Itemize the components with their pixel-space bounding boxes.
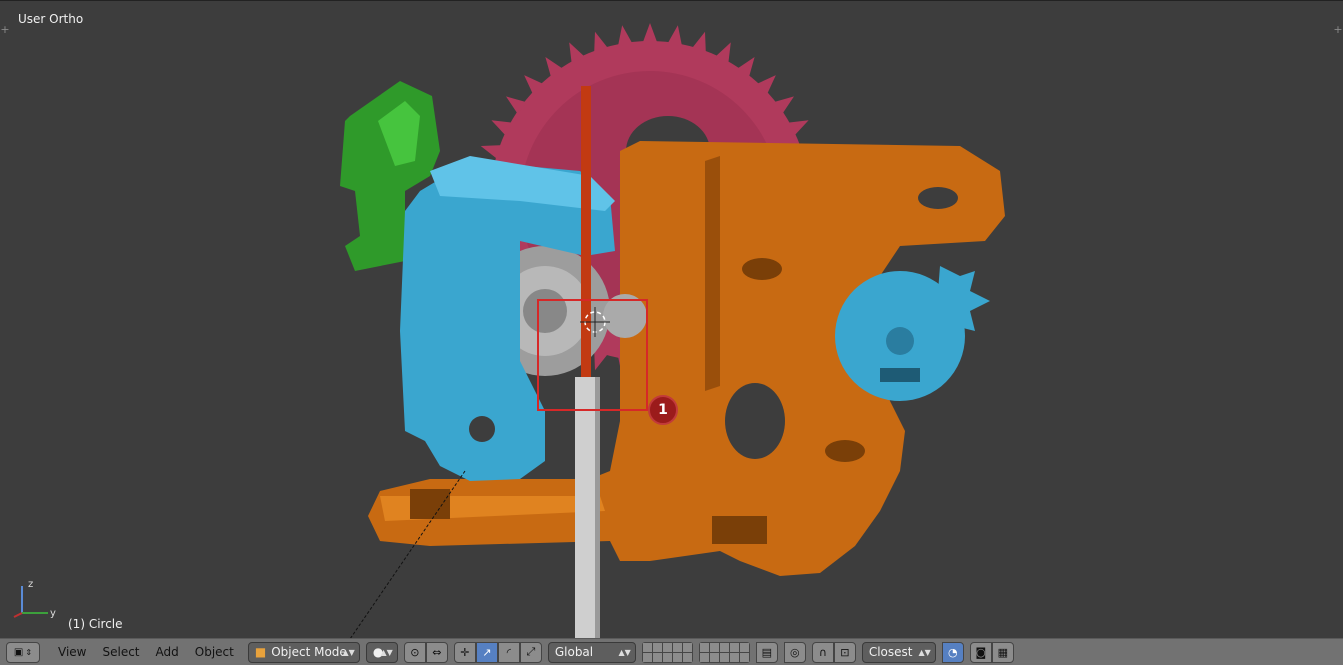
snap-target-dropdown[interactable]: Closest ▲▼ [861,641,936,663]
orientation-dropdown[interactable]: Global ▲▼ [547,641,636,663]
rotate-icon[interactable]: ◜ [497,641,520,663]
chevron-updown-icon: ▲▼ [918,647,931,657]
manipulate-center-icon[interactable]: ⇔ [425,641,448,663]
active-object-label: (1) Circle [68,617,123,631]
region-plus-icon-left[interactable]: + [0,24,10,35]
snap-group: ∩ ⊡ [811,641,856,663]
layers-grid-b[interactable] [698,641,750,663]
menu-view[interactable]: View [50,642,94,663]
snap-target-label: Closest [868,645,913,659]
mode-label: Object Mode [271,645,347,659]
chevron-updown-icon: ⇕ [25,647,33,657]
viewport-header: ▣ ⇕ View Select Add Object ■ Object Mode… [0,638,1343,665]
filament[interactable] [581,86,591,386]
drive-gear[interactable] [835,266,990,401]
axis-z-label: z [28,579,33,590]
cube-icon: ▣ [13,646,24,658]
chevron-updown-icon: ▲▼ [380,647,393,657]
layer-tools: ▤ [755,641,778,663]
chevron-updown-icon: ▲▼ [618,647,631,657]
snap-align-icon[interactable]: ◔ [941,641,964,663]
snap-align-group: ◔ [941,641,964,663]
gear-tooth [642,23,658,44]
3d-viewport[interactable]: z y + + User Ortho (1) Circle 1 [0,0,1343,638]
mode-dropdown[interactable]: ■ Object Mode ▲▼ [247,641,360,663]
chevron-updown-icon: ▲▼ [342,647,355,657]
menu-select[interactable]: Select [94,642,147,663]
proportional-group: ◎ [783,641,806,663]
snap-magnet-icon[interactable]: ∩ [811,641,834,663]
orientation-label: Global [554,645,594,659]
axis-gizmo: z y [13,579,56,619]
translate-icon[interactable]: ↗ [475,641,498,663]
render-camera-icon[interactable]: ◙ [969,641,992,663]
lock-camera-icon[interactable]: ▤ [755,641,778,663]
axis-y-label: y [50,608,56,619]
pivot-group: ⊙ ⇔ [403,641,448,663]
render-animation-icon[interactable]: ▦ [991,641,1014,663]
layers-grid-a[interactable] [641,641,693,663]
editor-type-button[interactable]: ▣ ⇕ [6,641,40,663]
menu-add[interactable]: Add [148,642,187,663]
menu-object[interactable]: Object [187,642,242,663]
view-label: User Ortho [18,12,84,26]
manipulator-group: ✛ ↗ ◜ ⤢ [453,641,542,663]
manipulator-toggle-icon[interactable]: ✛ [453,641,476,663]
snap-element-icon[interactable]: ⊡ [833,641,856,663]
render-group: ◙ ▦ [969,641,1014,663]
region-plus-icon-right[interactable]: + [1333,24,1343,35]
gear-tooth [617,25,633,47]
gear-tooth [667,25,683,47]
pivot-point-icon[interactable]: ⊙ [403,641,426,663]
shading-dropdown[interactable]: ● ▲▼ [365,641,398,663]
scene-render[interactable]: z y [0,1,1343,638]
annotation-badge: 1 [648,395,678,425]
object-mode-icon: ■ [254,645,267,659]
proportional-edit-icon[interactable]: ◎ [783,641,806,663]
scale-icon[interactable]: ⤢ [519,641,542,663]
